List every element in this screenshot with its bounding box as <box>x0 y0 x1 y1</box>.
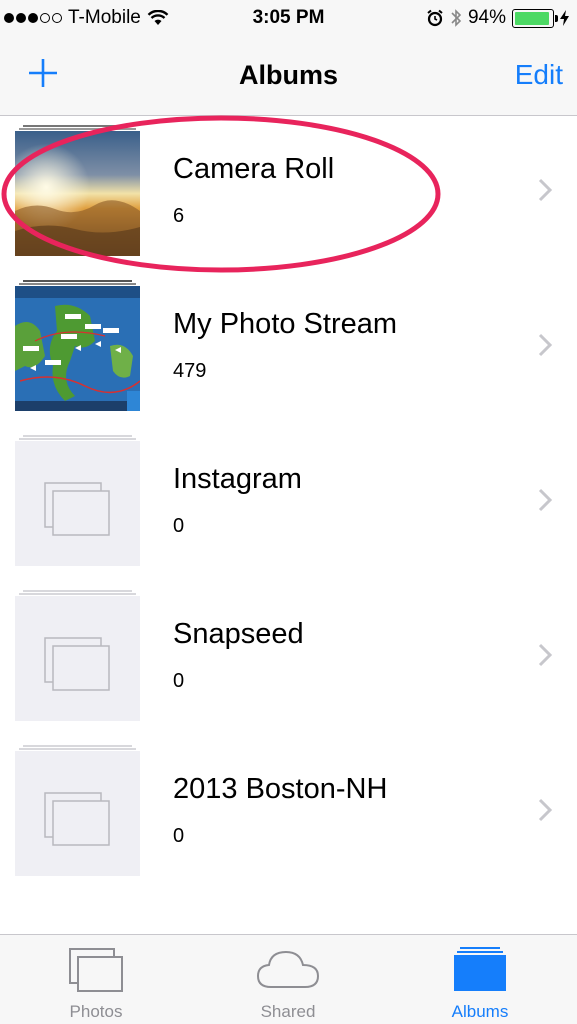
album-thumbnail <box>15 280 140 411</box>
album-row-instagram[interactable]: Instagram 0 <box>0 427 577 582</box>
album-count: 0 <box>173 515 185 537</box>
navigation-bar: Albums Edit <box>0 38 577 116</box>
album-thumbnail <box>15 745 140 876</box>
album-thumbnail <box>15 590 140 721</box>
charging-bolt-icon <box>560 10 569 26</box>
album-count: 479 <box>173 360 207 382</box>
album-name: My Photo Stream <box>173 308 398 340</box>
chevron-right-icon <box>538 798 553 822</box>
cloud-icon <box>256 950 320 988</box>
tab-albums[interactable]: Albums <box>384 935 576 1024</box>
status-right: 94% <box>426 7 569 29</box>
album-row-snapseed[interactable]: Snapseed 0 <box>0 582 577 737</box>
empty-album-icon <box>15 441 140 566</box>
tab-photos[interactable]: Photos <box>0 935 192 1024</box>
photos-icon <box>69 948 123 992</box>
album-list: Camera Roll 6 My Photo Stream 479 Instag… <box>0 117 577 892</box>
album-count: 0 <box>173 670 185 692</box>
chevron-right-icon <box>538 488 553 512</box>
album-thumbnail <box>15 435 140 566</box>
tab-label: Albums <box>451 1002 509 1021</box>
album-count: 6 <box>173 205 185 227</box>
battery-icon <box>512 8 558 28</box>
album-name: Instagram <box>173 463 302 495</box>
chevron-right-icon <box>538 178 553 202</box>
album-row-2013-boston-nh[interactable]: 2013 Boston-NH 0 <box>0 737 577 892</box>
map-game-screenshot <box>15 286 140 411</box>
edit-button[interactable]: Edit <box>515 59 563 91</box>
status-bar: T-Mobile 3:05 PM 94% <box>0 0 577 38</box>
album-row-camera-roll[interactable]: Camera Roll 6 <box>0 117 577 272</box>
tab-bar: Photos Shared Albums <box>0 934 577 1024</box>
albums-icon <box>454 947 506 991</box>
album-name: Snapseed <box>173 618 304 650</box>
tab-shared[interactable]: Shared <box>192 935 384 1024</box>
alarm-clock-icon <box>427 9 443 27</box>
album-name: Camera Roll <box>173 153 335 185</box>
sunset-photo <box>15 131 140 256</box>
album-row-my-photo-stream[interactable]: My Photo Stream 479 <box>0 272 577 427</box>
page-title: Albums <box>238 60 338 90</box>
tab-label: Photos <box>69 1002 123 1021</box>
empty-album-icon <box>15 751 140 876</box>
empty-album-icon <box>15 596 140 721</box>
album-name: 2013 Boston-NH <box>173 773 388 805</box>
album-thumbnail <box>15 125 140 256</box>
tab-label: Shared <box>260 1002 316 1021</box>
album-count: 0 <box>173 825 185 847</box>
battery-percent: 94% <box>467 7 506 28</box>
bluetooth-icon <box>451 9 462 27</box>
chevron-right-icon <box>538 333 553 357</box>
chevron-right-icon <box>538 643 553 667</box>
